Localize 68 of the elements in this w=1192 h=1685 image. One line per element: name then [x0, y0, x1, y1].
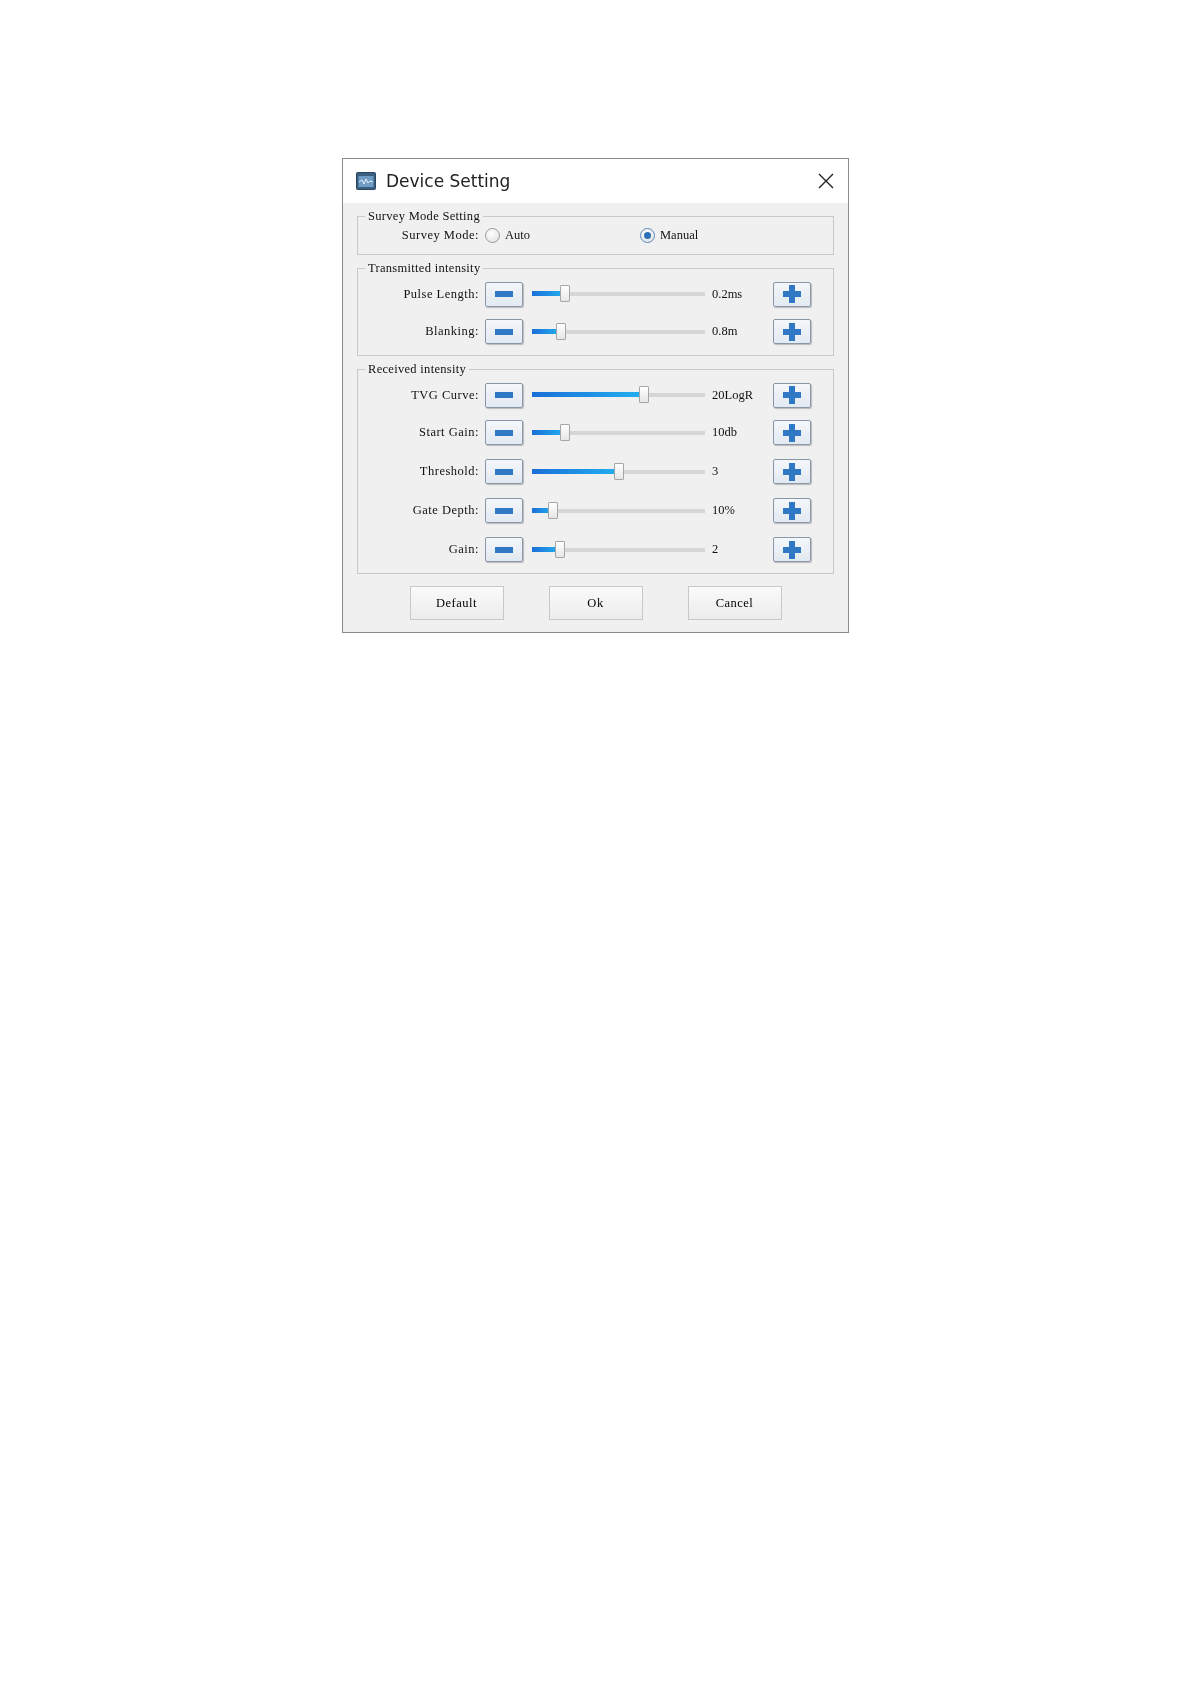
slider-thumb[interactable] [559, 423, 570, 441]
plus-icon [783, 285, 801, 303]
decrease-button[interactable] [485, 319, 523, 344]
plus-icon [783, 462, 801, 481]
field-label: Threshold: [418, 464, 480, 479]
slider-thumb[interactable] [639, 386, 650, 403]
field-label: Pulse Length: [402, 286, 480, 302]
window-icon [356, 172, 376, 190]
decrease-button[interactable] [485, 498, 523, 523]
minus-icon [495, 468, 513, 475]
increase-button[interactable] [773, 281, 811, 307]
group-legend: Transmitted intensity [365, 261, 484, 276]
value-readout: 10% [712, 503, 736, 518]
decrease-button[interactable] [485, 537, 523, 562]
radio-button[interactable]: Auto [485, 227, 530, 243]
minus-icon [495, 328, 513, 335]
slider[interactable] [532, 501, 705, 520]
field-label: Gate Depth: [411, 503, 480, 518]
minus-icon [495, 392, 513, 398]
field-label: Survey Mode: [400, 227, 480, 243]
slider[interactable] [532, 285, 705, 303]
slider[interactable] [532, 386, 705, 404]
plus-icon [783, 540, 801, 559]
field-label: Gain: [447, 542, 480, 557]
slider-thumb[interactable] [556, 322, 567, 340]
increase-button[interactable] [773, 382, 811, 408]
close-icon[interactable] [818, 173, 834, 189]
value-readout: 3 [712, 464, 720, 479]
value-readout: 0.8m [712, 324, 739, 339]
increase-button[interactable] [773, 498, 811, 523]
value-readout: 10db [712, 425, 738, 440]
dialog-button[interactable]: Cancel [687, 586, 782, 620]
slider-thumb[interactable] [613, 462, 624, 480]
group-legend: Survey Mode Setting [365, 209, 483, 224]
group-legend: Received intensity [365, 362, 470, 377]
minus-icon [495, 546, 513, 553]
decrease-button[interactable] [485, 420, 523, 445]
increase-button[interactable] [773, 319, 811, 344]
value-readout: 20LogR [712, 387, 754, 403]
slider-thumb[interactable] [559, 285, 570, 302]
minus-icon [495, 507, 513, 514]
plus-icon [783, 322, 801, 341]
dialog-button[interactable]: Ok [548, 586, 643, 620]
field-label: TVG Curve: [410, 387, 480, 403]
slider[interactable] [532, 322, 705, 341]
increase-button[interactable] [773, 537, 811, 562]
increase-button[interactable] [773, 420, 811, 445]
field-label: Start Gain: [418, 425, 480, 440]
slider-thumb[interactable] [547, 501, 558, 519]
value-readout: 2 [712, 542, 720, 557]
radio-button[interactable]: Manual [640, 227, 699, 243]
slider-thumb[interactable] [554, 540, 565, 558]
slider[interactable] [532, 462, 705, 481]
field-label: Blanking: [424, 324, 480, 339]
decrease-button[interactable] [485, 382, 523, 408]
decrease-button[interactable] [485, 281, 523, 307]
window-title: Device Setting [386, 171, 512, 191]
increase-button[interactable] [773, 459, 811, 484]
dialog-button[interactable]: Default [409, 586, 504, 620]
plus-icon [783, 501, 801, 520]
value-readout: 0.2ms [712, 286, 744, 302]
minus-icon [495, 291, 513, 297]
plus-icon [783, 386, 801, 404]
slider[interactable] [532, 540, 705, 559]
slider[interactable] [532, 423, 705, 442]
minus-icon [495, 429, 513, 436]
decrease-button[interactable] [485, 459, 523, 484]
plus-icon [783, 423, 801, 442]
